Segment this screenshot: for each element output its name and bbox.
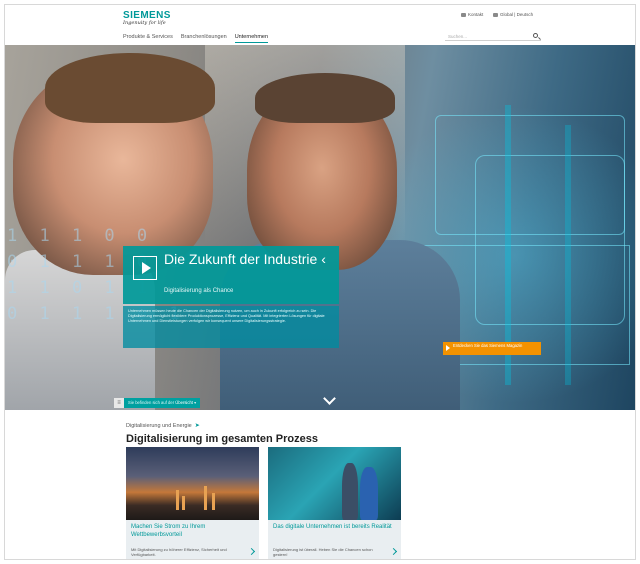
chevron-right-icon[interactable] (247, 547, 256, 556)
share-icon[interactable]: ➤ (195, 422, 200, 429)
home-icon[interactable]: ≡ (114, 398, 124, 408)
breadcrumb-label: Digitalisierung und Energie (126, 422, 192, 429)
search-placeholder: Suchen... (448, 34, 468, 39)
hero-teaser[interactable]: Die Zukunft der Industrie ‹ Digitalisier… (123, 246, 339, 304)
play-icon[interactable] (133, 256, 157, 280)
plant-tower (176, 490, 179, 510)
card-image-industrial-plant (126, 447, 259, 520)
plant-tower (204, 486, 207, 510)
main-nav: Produkte & Services Branchenlösungen Unt… (123, 34, 269, 43)
section-selector[interactable]: ≡ Sie befinden sich auf der Übersicht ▾ (114, 398, 201, 408)
contact-label: Kontakt (468, 12, 484, 17)
card-title: Machen Sie Strom zu Ihrem Wettbewerbsvor… (131, 524, 206, 538)
plant-tower (212, 493, 215, 510)
site-header: SIEMENS Ingenuity for life Kontakt Globa… (5, 5, 635, 45)
teaser-card-digital-enterprise[interactable]: Das digitale Unternehmen ist bereits Rea… (268, 447, 401, 559)
contact-link[interactable]: Kontakt (461, 12, 483, 17)
logo-tagline: Ingenuity for life (123, 20, 166, 26)
chevron-right-icon[interactable] (389, 547, 398, 556)
hero-person-right-hair (255, 73, 395, 123)
magazine-cta-button[interactable]: Entdecken Sie das Siemens Magazin (443, 342, 541, 355)
search-input[interactable]: Suchen... (445, 32, 541, 41)
section-selector-prefix: Sie befinden sich auf der (128, 400, 175, 405)
card-image-engineers (268, 447, 401, 520)
contact-icon (461, 12, 466, 17)
nav-item-company[interactable]: Unternehmen (234, 34, 269, 43)
card-body: Mit Digitalisierung zu höherer Effizienz… (131, 547, 227, 558)
teaser-subtitle: Digitalisierung als Chance (164, 288, 234, 294)
siemens-logo[interactable]: SIEMENS Ingenuity for life (123, 10, 171, 26)
teaser-description: Unternehmen müssen heute die Chancen der… (123, 306, 339, 348)
teaser-card-energy[interactable]: Machen Sie Strom zu Ihrem Wettbewerbsvor… (126, 447, 259, 559)
browser-viewport: SIEMENS Ingenuity for life Kontakt Globa… (4, 4, 636, 560)
teaser-title-text: Die Zukunft der Industrie (164, 251, 318, 267)
language-selector[interactable]: Global | Deutsch (493, 12, 533, 17)
search-icon[interactable] (533, 33, 538, 38)
section-selector-label: Sie befinden sich auf der Übersicht ▾ (124, 398, 201, 408)
section-selector-value: Übersicht (175, 400, 193, 405)
nav-item-industries[interactable]: Branchenlösungen (181, 34, 227, 43)
plant-tower (182, 496, 185, 510)
breadcrumb: Digitalisierung und Energie ➤ (126, 422, 200, 430)
hero-wireframe-pipe (565, 125, 571, 385)
card-body: Digitalisierung ist überall. Heben Sie d… (273, 547, 373, 558)
nav-item-products[interactable]: Produkte & Services (123, 34, 173, 43)
teaser-arrow: ‹ (321, 251, 326, 267)
card-title: Das digitale Unternehmen ist bereits Rea… (273, 524, 392, 530)
section-heading: Digitalisierung im gesamten Prozess (126, 433, 318, 445)
globe-icon (493, 12, 498, 17)
teaser-title: Die Zukunft der Industrie ‹ (164, 251, 326, 267)
engineer-figure (342, 463, 358, 520)
engineer-figure (360, 467, 378, 520)
language-label: Global | Deutsch (500, 12, 534, 17)
hero-person-left-hair (45, 53, 215, 123)
hero-stage: 1 1 1 0 0 0 1 1 1 0 1 1 1 0 1 1 0 1 1 1 … (5, 45, 635, 410)
